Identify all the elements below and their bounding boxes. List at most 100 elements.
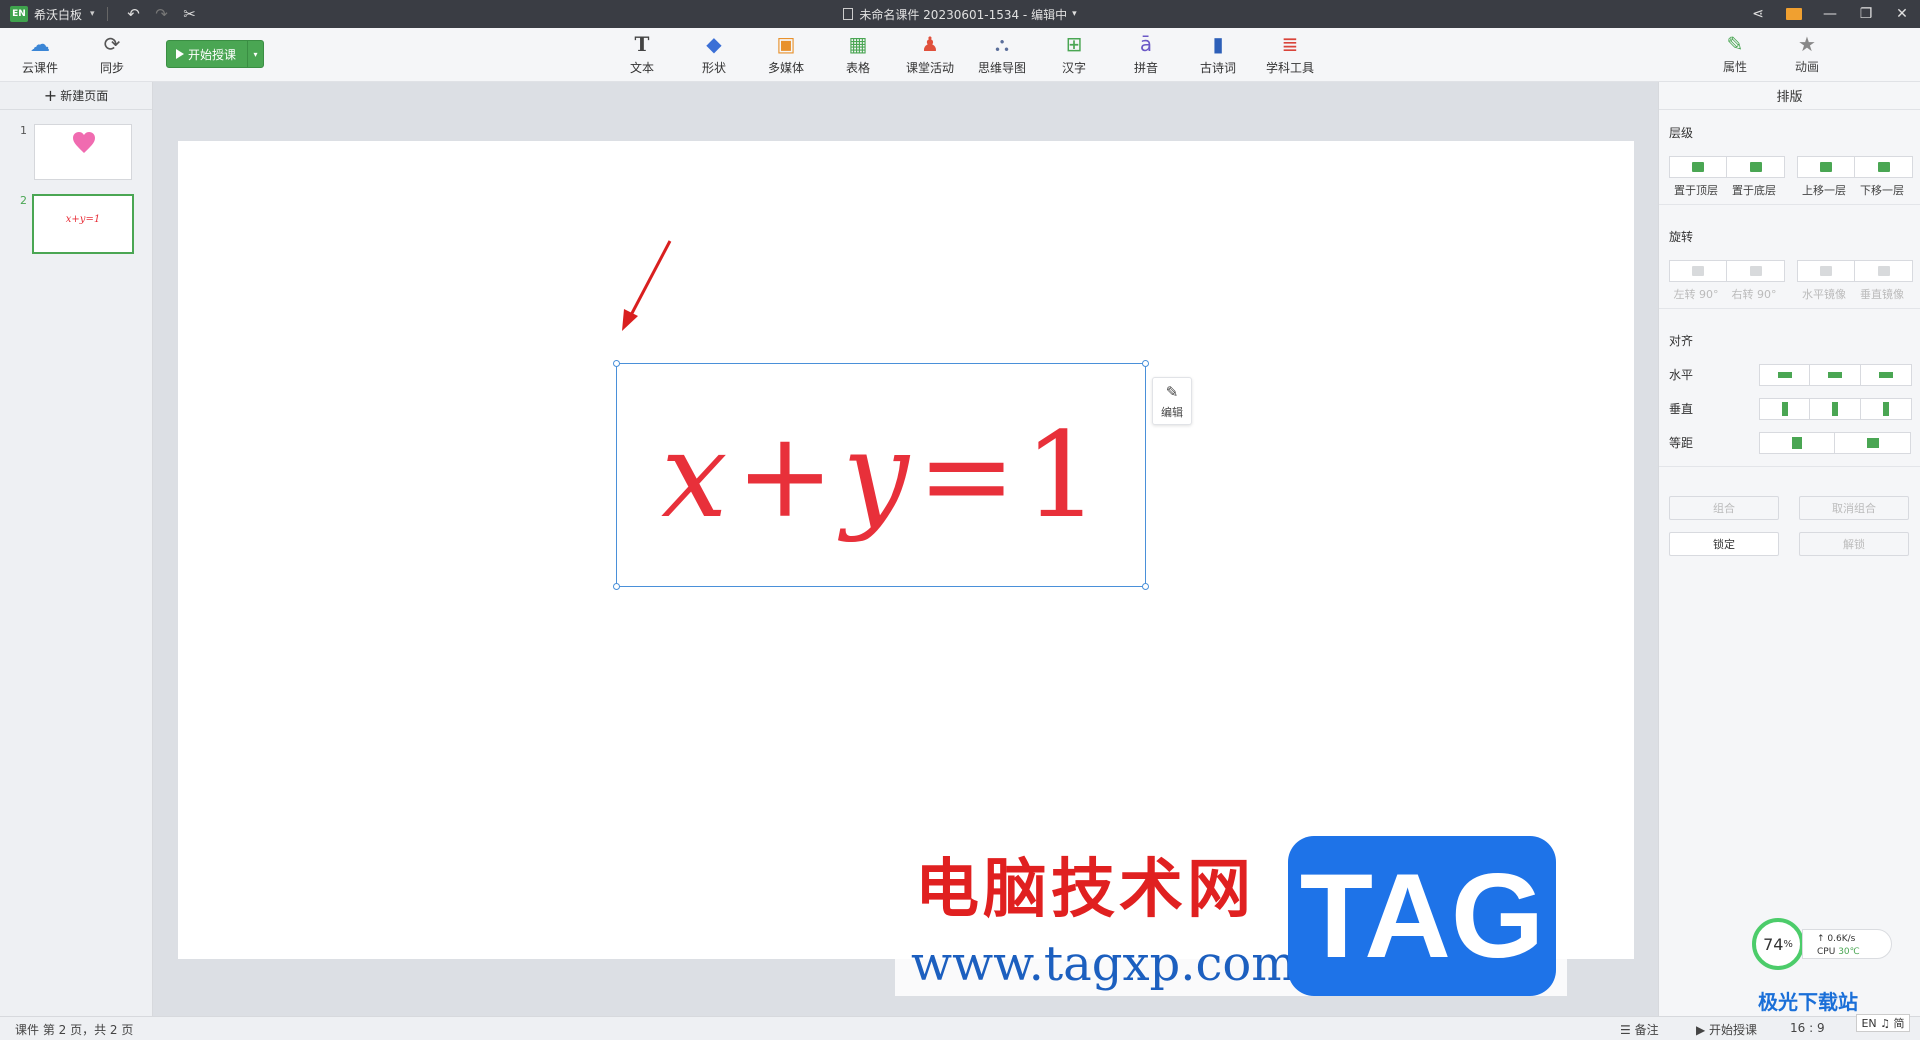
send-to-back-button[interactable] <box>1727 156 1785 178</box>
redo-icon[interactable]: ↷ <box>148 5 176 23</box>
app-name[interactable]: 希沃白板 <box>34 6 82 23</box>
distribute-vertical-button[interactable] <box>1835 432 1911 454</box>
ungroup-button[interactable]: 取消组合 <box>1799 496 1909 520</box>
mail-icon[interactable] <box>1776 0 1812 28</box>
cpu-label: CPU <box>1817 947 1836 957</box>
flip-horizontal-button[interactable] <box>1797 260 1855 282</box>
tool-mind-map[interactable]: ⛬ 思维导图 <box>970 32 1034 80</box>
mind-map-icon: ⛬ <box>995 32 1009 56</box>
tool-shape[interactable]: ◆ 形状 <box>682 32 746 80</box>
speed-monitor-widget[interactable]: 74% ↑ 0.6K/s CPU 30℃ <box>1752 918 1896 970</box>
align-right-button[interactable] <box>1861 364 1912 386</box>
plus-icon: + <box>43 86 58 105</box>
status-start-label: 开始授课 <box>1709 1023 1758 1037</box>
cloud-courseware-button[interactable]: ☁ 云课件 <box>8 32 72 80</box>
start-class-button[interactable]: 开始授课 ▾ <box>166 40 264 68</box>
undo-icon[interactable]: ↶ <box>120 5 148 23</box>
close-icon[interactable]: ✕ <box>1884 0 1920 28</box>
resize-handle-top-right[interactable] <box>1142 360 1149 367</box>
notes-label: 备注 <box>1634 1023 1659 1037</box>
formula-object[interactable]: x + y = 1 <box>613 360 1149 590</box>
app-menu-caret-icon[interactable]: ▾ <box>90 9 95 19</box>
tool-label: 古诗词 <box>1199 61 1236 75</box>
tool-label: 形状 <box>701 61 726 75</box>
watermark-url: www.tagxp.com <box>911 936 1297 992</box>
start-class-dropdown-icon[interactable]: ▾ <box>247 41 263 67</box>
bring-to-front-icon <box>1692 162 1704 172</box>
tool-poetry[interactable]: ▮ 古诗词 <box>1186 32 1250 80</box>
rotate-section-title: 旋转 <box>1669 230 1694 244</box>
sync-icon: ⟳ <box>103 32 121 56</box>
rotate-left-button[interactable] <box>1669 260 1727 282</box>
move-down-button[interactable] <box>1855 156 1913 178</box>
distribute-group <box>1759 432 1911 454</box>
sync-button[interactable]: ⟳ 同步 <box>80 32 144 80</box>
main-toolbar: ☁ 云课件 ⟳ 同步 开始授课 ▾ T 文本 ◆ 形状 ▣ 多媒体 ▦ 表格 ♟… <box>0 28 1920 82</box>
align-top-button[interactable] <box>1759 398 1810 420</box>
page-thumbnail-1[interactable] <box>34 124 132 180</box>
edit-formula-button[interactable]: ✎ 编辑 <box>1152 377 1192 425</box>
tab-animation[interactable]: ★ 动画 <box>1782 32 1832 75</box>
rotate-right-button[interactable] <box>1727 260 1785 282</box>
move-up-button[interactable] <box>1797 156 1855 178</box>
tool-label: 文本 <box>629 61 654 75</box>
layout-subtab[interactable]: 排版 <box>1659 82 1920 110</box>
lock-button[interactable]: 锁定 <box>1669 532 1779 556</box>
title-bar: EN 希沃白板 ▾ ↶ ↷ ✂ <box>0 0 1920 28</box>
resize-handle-bottom-left[interactable] <box>613 583 620 590</box>
distribute-label: 等距 <box>1669 436 1694 450</box>
rotate-right-icon <box>1749 266 1762 276</box>
tool-table[interactable]: ▦ 表格 <box>826 32 890 80</box>
align-left-button[interactable] <box>1759 364 1810 386</box>
align-bottom-button[interactable] <box>1861 398 1912 420</box>
flip-vertical-label: 垂直镜像 <box>1860 288 1904 301</box>
tab-properties[interactable]: ✎ 属性 <box>1710 32 1760 75</box>
start-class-label: 开始授课 <box>188 47 237 62</box>
tool-subject-tools[interactable]: ≣ 学科工具 <box>1258 32 1322 80</box>
distribute-horizontal-button[interactable] <box>1759 432 1835 454</box>
flip-vertical-button[interactable] <box>1855 260 1913 282</box>
unlock-button[interactable]: 解锁 <box>1799 532 1909 556</box>
resize-handle-bottom-right[interactable] <box>1142 583 1149 590</box>
align-center-button[interactable] <box>1810 364 1861 386</box>
page-number: 2 <box>20 194 27 207</box>
speed-info: ↑ 0.6K/s CPU 30℃ <box>1802 929 1892 959</box>
tab-label: 动画 <box>1794 60 1819 74</box>
tool-text[interactable]: T 文本 <box>610 32 674 80</box>
tool-chinese-char[interactable]: ⊞ 汉字 <box>1042 32 1106 80</box>
edit-label: 编辑 <box>1161 405 1183 419</box>
rotate-left-icon <box>1692 266 1704 276</box>
ime-indicator[interactable]: EN ♫ 简 <box>1856 1014 1910 1032</box>
shape-icon: ◆ <box>706 32 722 56</box>
align-left-icon <box>1777 372 1792 378</box>
notes-icon: ☰ <box>1620 1023 1635 1037</box>
aspect-ratio-selector[interactable]: 16 : 9 <box>1790 1021 1825 1035</box>
tool-class-activity[interactable]: ♟ 课堂活动 <box>898 32 962 80</box>
notes-button[interactable]: ☰ 备注 <box>1620 1021 1659 1038</box>
thumbnail-formula: x+y=1 <box>65 214 101 225</box>
new-page-button[interactable]: + 新建页面 <box>0 82 152 110</box>
share-icon[interactable]: ⋖ <box>1740 0 1776 28</box>
flip-horizontal-icon <box>1820 266 1832 276</box>
group-button[interactable]: 组合 <box>1669 496 1779 520</box>
page-thumbnail-2[interactable]: x+y=1 <box>32 194 134 254</box>
tool-label: 拼音 <box>1133 61 1158 75</box>
move-up-label: 上移一层 <box>1802 184 1846 197</box>
rotate-left-label: 左转 90° <box>1673 288 1719 301</box>
tool-multimedia[interactable]: ▣ 多媒体 <box>754 32 818 80</box>
heart-icon <box>73 132 95 153</box>
resize-handle-top-left[interactable] <box>613 360 620 367</box>
align-top-icon <box>1781 402 1788 416</box>
restore-icon[interactable]: ❐ <box>1848 0 1884 28</box>
cut-icon[interactable]: ✂ <box>176 5 204 23</box>
bring-to-front-label: 置于顶层 <box>1674 184 1718 197</box>
net-speed: 0.6K/s <box>1827 934 1856 944</box>
play-icon: ▶ <box>1696 1023 1710 1037</box>
tool-label: 表格 <box>845 61 870 75</box>
bring-to-front-button[interactable] <box>1669 156 1727 178</box>
tool-pinyin[interactable]: ā 拼音 <box>1114 32 1178 80</box>
minimize-icon[interactable]: — <box>1812 0 1848 28</box>
memory-percent: 74 <box>1763 934 1784 954</box>
status-start-class-button[interactable]: ▶ 开始授课 <box>1696 1021 1757 1038</box>
align-middle-button[interactable] <box>1810 398 1861 420</box>
